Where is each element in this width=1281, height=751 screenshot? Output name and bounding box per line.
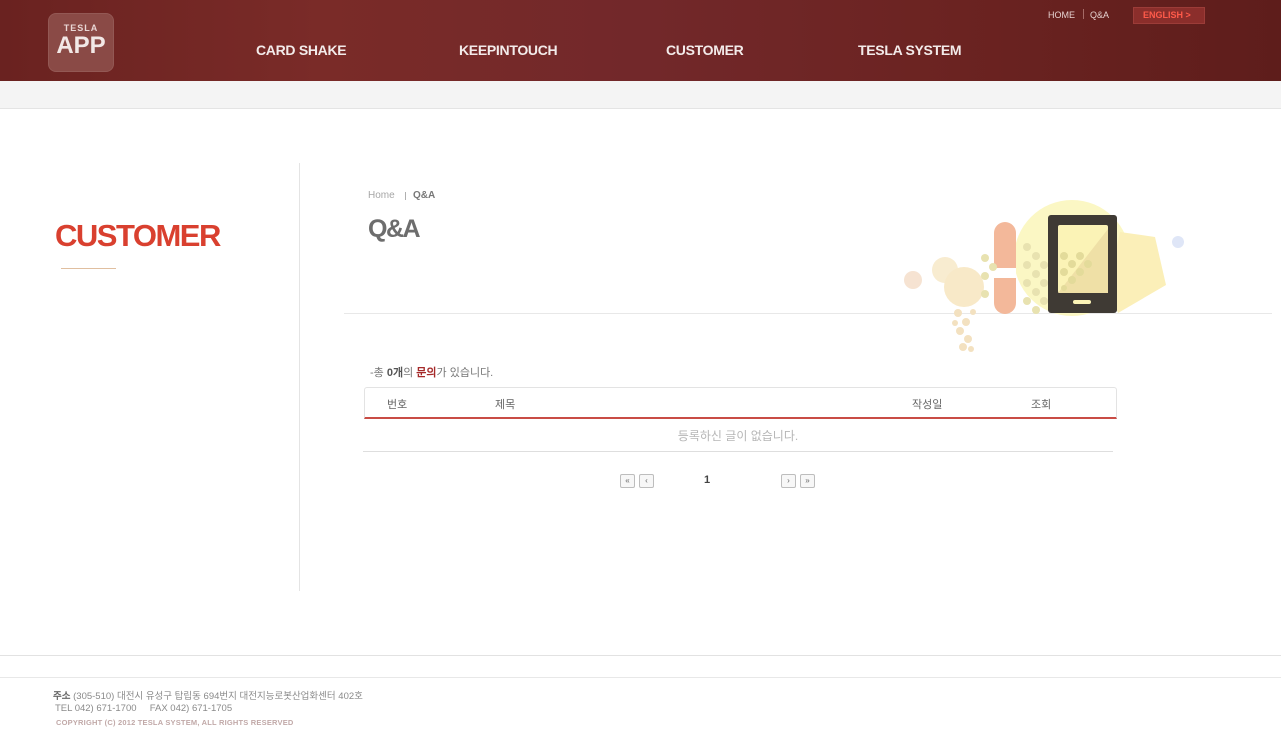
footer-top-divider [0,655,1281,656]
address-label: 주소 [53,691,71,702]
util-divider [1083,9,1084,19]
footer-address: 주소 (305-510) 대전시 유성구 탑립동 694번지 대전지능로봇산업화… [53,688,363,702]
top-header: TESLA APP CARD SHAKE KEEPINTOUCH CUSTOME… [0,0,1281,81]
footer-divider [0,677,1281,678]
table-header: 번호 제목 작성일 조회 [364,387,1117,419]
column-views: 조회 [1031,399,1052,411]
last-page-button[interactable]: » [800,474,815,488]
total-count-summary: -총 0개의 문의가 있습니다. [370,364,493,380]
footer-contact: TEL 042) 671-1700 FAX 042) 671-1705 [55,703,233,714]
nav-customer[interactable]: CUSTOMER [666,42,744,58]
summary-highlight: 문의 [416,367,437,379]
sub-navigation-bar [0,81,1281,109]
empty-table-message: 등록하신 글이 없습니다. [363,420,1113,452]
next-page-button[interactable]: › [781,474,796,488]
footer-copyright: COPYRIGHT (C) 2012 TESLA SYSTEM, ALL RIG… [56,718,294,727]
util-home-link[interactable]: HOME [1048,10,1075,20]
sidebar-title: CUSTOMER [55,218,221,253]
column-number: 번호 [387,399,408,411]
nav-tesla-system[interactable]: TESLA SYSTEM [858,42,962,58]
address-text: (305-510) 대전시 유성구 탑립동 694번지 대전지능로봇산업화센터 … [73,691,363,702]
nav-card-shake[interactable]: CARD SHAKE [256,42,347,58]
breadcrumb-home[interactable]: Home [368,190,395,201]
tesla-app-logo[interactable]: TESLA APP [48,13,114,72]
summary-suffix: 가 있습니다. [436,367,494,379]
summary-count: 0개 [386,367,404,379]
sidebar-divider [299,163,300,591]
page-number-1[interactable]: 1 [704,474,710,486]
first-page-button[interactable]: « [620,474,635,488]
summary-mid: 의 [403,367,417,379]
column-title: 제목 [495,399,516,411]
title-divider [344,313,1272,314]
prev-page-button[interactable]: ‹ [639,474,654,488]
logo-big-text: APP [56,32,106,59]
breadcrumb-current: Q&A [413,190,436,201]
nav-keepintouch[interactable]: KEEPINTOUCH [459,42,558,58]
smartphone-illustration [904,200,1184,352]
util-qa-link[interactable]: Q&A [1090,10,1109,20]
column-date: 작성일 [912,399,943,411]
breadcrumb-divider [405,192,406,200]
page-title: Q&A [368,215,421,243]
english-button[interactable]: ENGLISH > [1133,7,1205,24]
summary-prefix: -총 [370,367,387,379]
sidebar-title-underline [61,268,116,269]
